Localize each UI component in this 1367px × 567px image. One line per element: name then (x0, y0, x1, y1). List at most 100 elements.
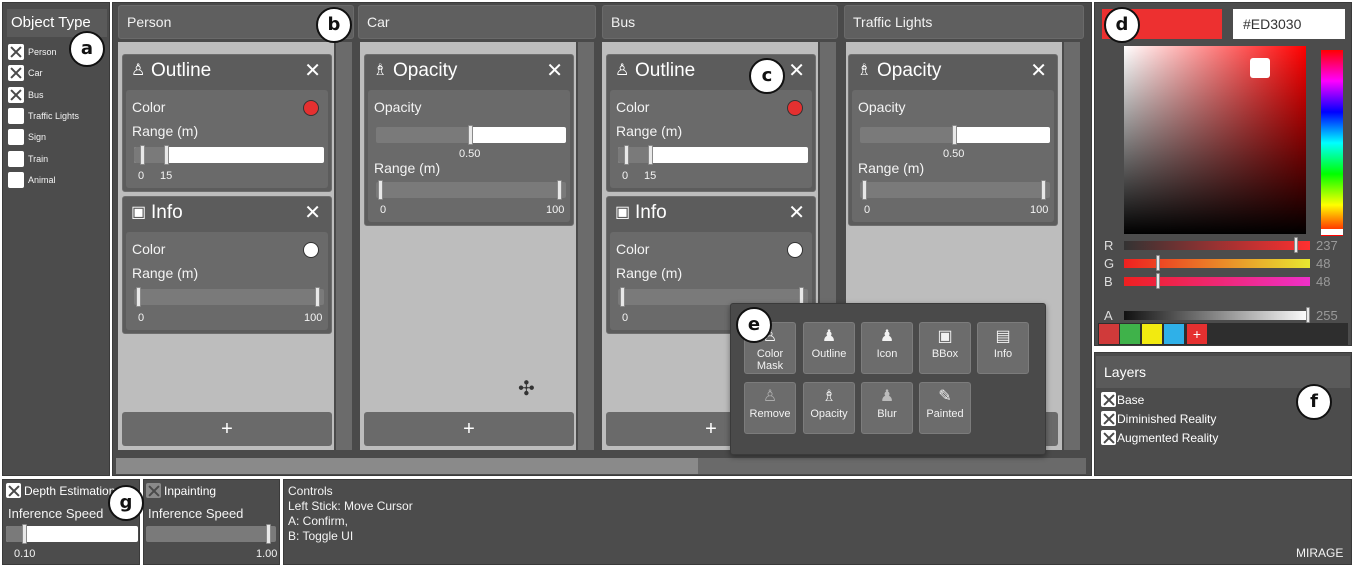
color-swatch[interactable] (303, 100, 319, 116)
checkbox-icon[interactable] (8, 129, 24, 145)
add-effect-button-car[interactable]: + (364, 412, 574, 446)
blue-slider[interactable] (1124, 277, 1310, 286)
inpainting-toggle[interactable]: Inpainting (146, 483, 216, 499)
inpainting-speed-handle[interactable] (266, 524, 271, 544)
effect-option-remove[interactable]: ♙ Remove (744, 382, 796, 434)
red-slider[interactable] (1124, 241, 1310, 250)
range-max-handle[interactable] (1041, 180, 1046, 200)
effect-option-outline[interactable]: ♟ Outline (803, 322, 855, 374)
inpainting-speed-slider[interactable] (146, 526, 276, 542)
brush-icon: ✎ (938, 388, 952, 405)
effect-option-info[interactable]: ▤ Info (977, 322, 1029, 374)
alpha-slider-handle[interactable] (1306, 307, 1310, 323)
checkbox-checked-icon[interactable] (146, 483, 161, 498)
green-slider[interactable] (1124, 259, 1310, 268)
opacity-card: ♗ Opacity ✕ Opacity 0.50 Range (m) 0 100 (848, 54, 1058, 226)
info-icon: ▣ (615, 204, 631, 221)
layer-item-augmented-reality[interactable]: Augmented Reality (1101, 430, 1218, 446)
add-swatch-button[interactable]: + (1187, 324, 1207, 344)
color-swatch[interactable] (787, 242, 803, 258)
effect-option-painted[interactable]: ✎ Painted (919, 382, 971, 434)
effect-option-opacity[interactable]: ♗ Opacity (803, 382, 855, 434)
checkbox-checked-icon[interactable] (8, 65, 24, 81)
object-type-item-animal[interactable]: Animal (8, 172, 56, 188)
opacity-card: ♗ Opacity ✕ Opacity 0.50 Range (m) 0 100 (364, 54, 574, 226)
checkbox-icon[interactable] (8, 151, 24, 167)
opacity-icon: ♗ (373, 62, 388, 79)
close-icon[interactable]: ✕ (788, 55, 805, 87)
range-max-handle[interactable] (315, 287, 320, 307)
controls-panel (283, 479, 1352, 565)
red-slider-handle[interactable] (1294, 237, 1298, 253)
badge-b: b (316, 7, 352, 43)
depth-speed-handle[interactable] (22, 524, 27, 544)
range-max-handle[interactable] (648, 145, 653, 165)
blue-slider-handle[interactable] (1156, 273, 1160, 289)
color-swatch[interactable] (303, 242, 319, 258)
saturation-value-picker[interactable] (1124, 46, 1306, 234)
color-label: Color (132, 99, 166, 115)
checkbox-checked-icon[interactable] (6, 483, 21, 498)
hue-slider[interactable] (1321, 50, 1343, 236)
effect-option-bbox[interactable]: ▣ BBox (919, 322, 971, 374)
close-icon[interactable]: ✕ (546, 55, 563, 87)
swatch-blue[interactable] (1164, 324, 1184, 344)
object-type-item-train[interactable]: Train (8, 151, 48, 167)
column-traffic-lights-scrollbar[interactable] (1064, 42, 1080, 450)
swatch-green[interactable] (1120, 324, 1140, 344)
range-min-handle[interactable] (620, 287, 625, 307)
object-type-item-car[interactable]: Car (8, 65, 43, 81)
depth-estimation-toggle[interactable]: Depth Estimation (6, 483, 115, 499)
object-type-item-traffic-lights[interactable]: Traffic Lights (8, 108, 79, 124)
checkbox-checked-icon[interactable] (1101, 411, 1116, 426)
effect-option-icon[interactable]: ♟ Icon (861, 322, 913, 374)
object-type-item-person[interactable]: Person (8, 44, 57, 60)
horizontal-scrollbar-thumb[interactable] (116, 458, 698, 474)
range-min-handle[interactable] (140, 145, 145, 165)
range-min-handle[interactable] (136, 287, 141, 307)
checkbox-icon[interactable] (8, 172, 24, 188)
checkbox-checked-icon[interactable] (1101, 392, 1116, 407)
range-slider[interactable] (860, 182, 1050, 198)
checkbox-icon[interactable] (8, 108, 24, 124)
horizontal-scrollbar[interactable] (116, 458, 1086, 474)
color-swatch[interactable] (787, 100, 803, 116)
checkbox-checked-icon[interactable] (1101, 430, 1116, 445)
swatch-yellow[interactable] (1142, 324, 1162, 344)
add-effect-button-person[interactable]: + (122, 412, 332, 446)
opacity-handle[interactable] (468, 125, 473, 145)
alpha-slider[interactable] (1124, 311, 1310, 320)
close-icon[interactable]: ✕ (788, 197, 805, 229)
close-icon[interactable]: ✕ (304, 55, 321, 87)
column-car-scrollbar[interactable] (578, 42, 594, 450)
range-label: Range (m) (132, 123, 199, 139)
close-icon[interactable]: ✕ (304, 197, 321, 229)
checkbox-checked-icon[interactable] (8, 87, 24, 103)
hue-slider-handle[interactable] (1321, 229, 1343, 235)
range-max-handle[interactable] (164, 145, 169, 165)
blur-icon: ♟ (879, 388, 895, 405)
saturation-picker-handle[interactable] (1250, 58, 1270, 78)
layer-item-diminished-reality[interactable]: Diminished Reality (1101, 411, 1216, 427)
range-slider[interactable] (376, 182, 566, 198)
object-type-item-sign[interactable]: Sign (8, 129, 46, 145)
info-icon: ▣ (131, 204, 147, 221)
swatch-red[interactable] (1099, 324, 1119, 344)
range-min-handle[interactable] (378, 180, 383, 200)
close-icon[interactable]: ✕ (1030, 55, 1047, 87)
opacity-handle[interactable] (952, 125, 957, 145)
range-min-handle[interactable] (862, 180, 867, 200)
outline-icon: ♙ (131, 62, 146, 79)
effect-option-blur[interactable]: ♟ Blur (861, 382, 913, 434)
range-max-handle[interactable] (557, 180, 562, 200)
range-slider[interactable] (134, 289, 324, 305)
object-type-item-bus[interactable]: Bus (8, 87, 44, 103)
inpainting-speed-label: Inference Speed (148, 506, 244, 521)
checkbox-checked-icon[interactable] (8, 44, 24, 60)
column-person-scrollbar[interactable] (336, 42, 352, 450)
green-slider-handle[interactable] (1156, 255, 1160, 271)
range-min-handle[interactable] (624, 145, 629, 165)
hex-input[interactable]: #ED3030 (1233, 9, 1345, 39)
layer-item-base[interactable]: Base (1101, 392, 1144, 408)
column-header-traffic-lights: Traffic Lights (844, 5, 1084, 39)
